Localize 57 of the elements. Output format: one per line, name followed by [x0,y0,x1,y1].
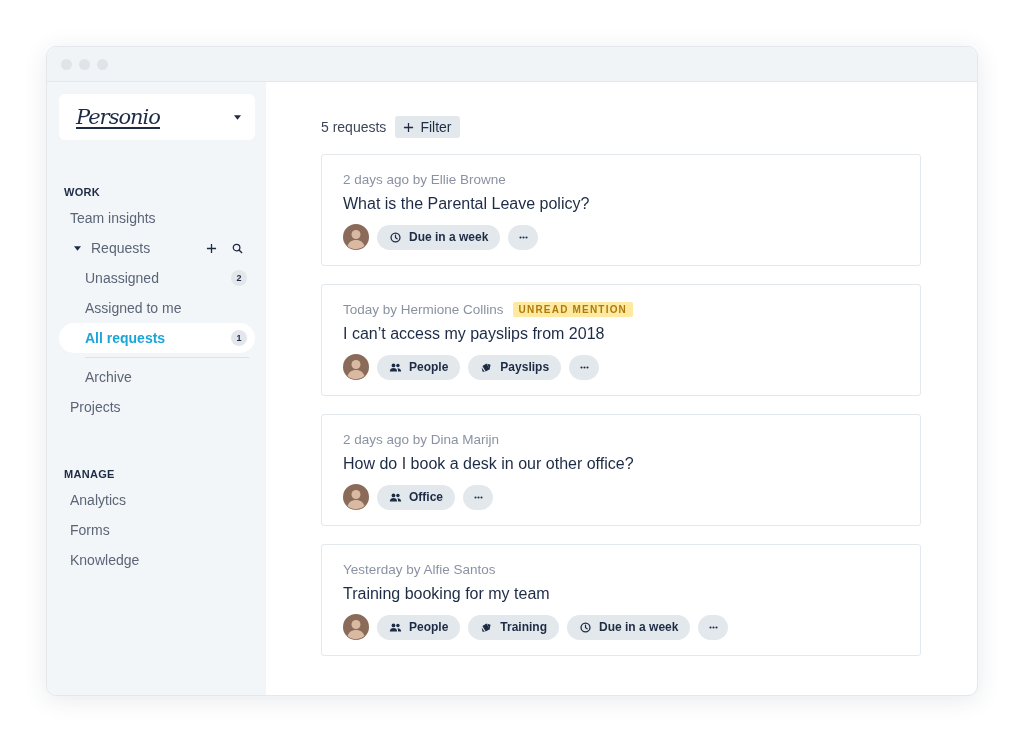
sidebar-item[interactable]: Analytics [59,485,255,515]
plus-icon [403,121,415,133]
logo: Personio [76,105,160,129]
mention-badge: UNREAD MENTION [512,301,634,317]
request-title: I can’t access my payslips from 2018 [343,325,606,344]
avatar-icon [343,484,369,510]
more-button[interactable] [698,614,729,640]
clock-icon [389,230,402,244]
logo-card[interactable]: Personio [59,94,255,140]
caret-icon [234,114,241,120]
sidebar-item[interactable]: Projects [59,392,255,422]
tag-chip[interactable]: Training [468,614,560,640]
request-meta: Yesterday by Alfie Santos [343,561,496,577]
request-meta: 2 days ago by Ellie Browne [343,171,506,187]
more-icon [472,495,484,499]
request-card[interactable]: Yesterday by Alfie Santos Training booking for my team People Training Due in a week [321,544,921,656]
sidebar-item[interactable]: Requests [59,233,191,263]
avatar-icon [343,224,369,250]
count-badge: 1 [231,330,247,346]
tag-chip[interactable]: Office [377,484,455,510]
avatar-icon [343,614,369,640]
section-heading: WORK [64,186,102,198]
tag-chip[interactable]: People [377,614,461,640]
sidebar-item[interactable]: Knowledge [59,545,255,575]
request-title: Training booking for my team [343,585,551,604]
request-title: How do I book a desk in our other office? [343,455,635,474]
more-icon [517,235,529,239]
request-meta: Today by Hermione Collins [343,301,504,317]
plus-icon [206,242,217,254]
tag-chip[interactable]: Payslips [468,354,562,380]
more-button[interactable] [508,224,539,250]
more-icon [707,625,719,629]
avatar-icon [343,354,369,380]
more-button[interactable] [463,484,493,510]
request-card[interactable]: 2 days ago by Ellie Browne What is the Parental Leave policy? Due in a week [321,154,921,266]
request-title: What is the Parental Leave policy? [343,195,591,214]
tag-chip[interactable]: Due in a week [567,614,691,640]
count-badge: 2 [231,270,247,286]
request-card[interactable]: 2 days ago by Dina Marijn How do I book a desk in our other office? Office [321,414,921,526]
more-button[interactable] [569,354,600,380]
sidebar-item[interactable]: All requests 1 [59,323,255,353]
sidebar-item[interactable]: Forms [59,515,255,545]
tag-chip[interactable]: People [377,354,461,380]
section-heading: MANAGE [64,468,116,480]
sidebar-item[interactable]: Assigned to me [59,293,255,323]
request-meta: 2 days ago by Dina Marijn [343,431,500,447]
search-icon [232,242,243,254]
filter-button[interactable]: Filter [395,116,460,138]
more-icon [578,365,590,369]
sidebar-item[interactable]: Team insights [59,203,255,233]
request-card[interactable]: Today by Hermione Collins UNREAD MENTION I can’t access my payslips from 2018 People Payslips [321,284,921,396]
request-count: 5 requests [321,119,387,135]
clock-icon [579,620,593,634]
caret-icon [74,245,81,251]
sidebar-item[interactable]: Archive [59,362,255,392]
tag-chip[interactable]: Due in a week [377,224,501,250]
sidebar-item[interactable]: Unassigned 2 [59,263,255,293]
